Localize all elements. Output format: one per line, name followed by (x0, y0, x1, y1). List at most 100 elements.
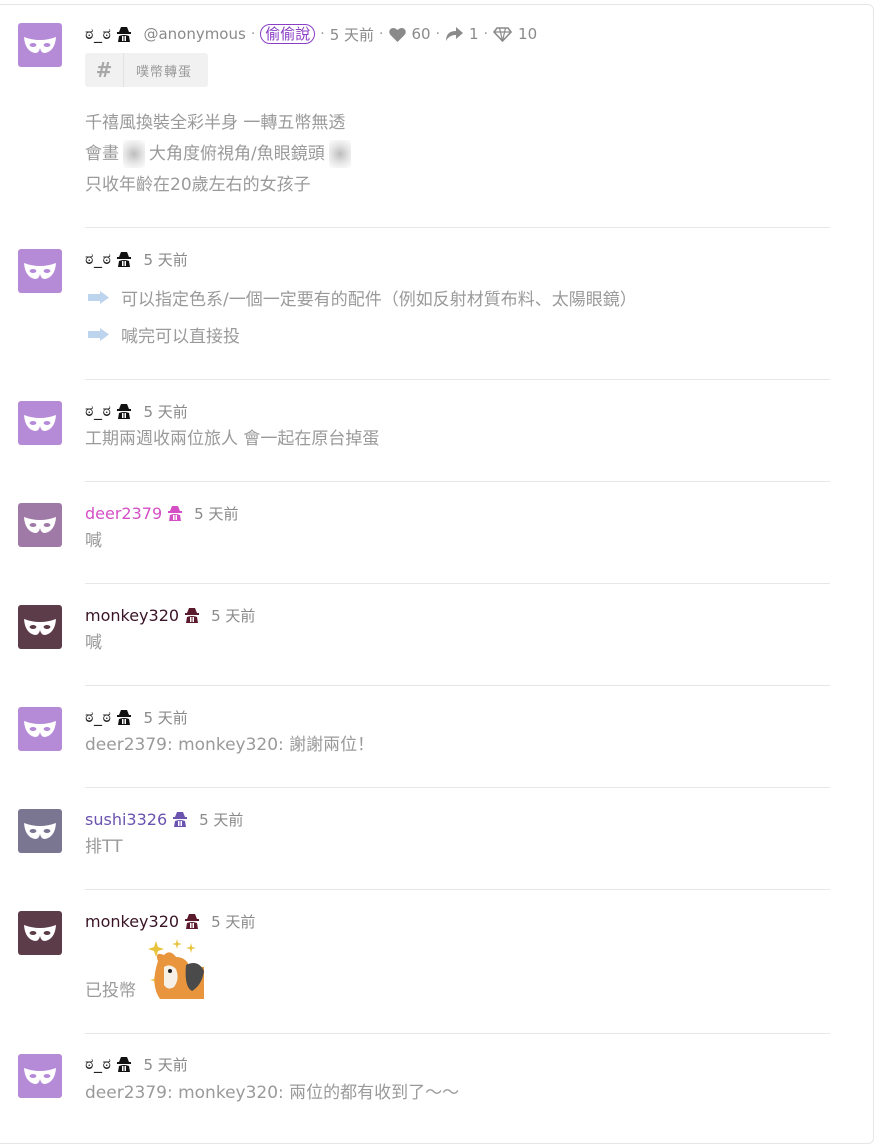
avatar[interactable] (18, 249, 62, 293)
username[interactable]: ಠ_ಠ (85, 24, 111, 44)
mask-icon (24, 37, 56, 53)
emoticon-image (328, 140, 351, 168)
username[interactable]: ಠ_ಠ (85, 707, 111, 727)
hash-icon: # (85, 53, 124, 87)
bullet-text: 可以指定色系/一個一定要有的配件（例如反射材質布料、太陽眼鏡） (121, 290, 637, 310)
username[interactable]: ಠ_ಠ (85, 1054, 111, 1074)
reply-time: 5 天前 (199, 810, 244, 829)
reply-header: deer2379 5 天前 (85, 501, 238, 525)
avatar[interactable] (18, 401, 62, 445)
reply-text: 工期兩週收兩位旅人 會一起在原台掉蛋 (85, 429, 380, 449)
reply-text: deer2379: monkey320: 謝謝兩位！ (85, 735, 375, 755)
avatar[interactable] (18, 503, 62, 547)
handle[interactable]: @anonymous (143, 25, 245, 43)
mask-icon (24, 517, 56, 533)
bullet-line: 可以指定色系/一個一定要有的配件（例如反射材質布料、太陽眼鏡） (88, 285, 637, 310)
mask-icon (24, 619, 56, 635)
divider (85, 379, 830, 380)
op-line-3: 只收年齡在20歲左右的女孩子 (85, 175, 311, 195)
arrow-right-icon (88, 291, 109, 304)
hashtag-label: 噗幣轉蛋 (136, 64, 193, 80)
op-body: 千禧風換裝全彩半身 一轉五幣無透 會畫 大角度俯視角/魚眼鏡頭 只收年齡在20歲左… (85, 108, 355, 201)
divider (85, 889, 830, 890)
diamond-count[interactable]: 10 (493, 25, 537, 43)
arrow-right-icon (88, 328, 109, 341)
divider (85, 1033, 830, 1034)
username[interactable]: deer2379 (85, 504, 162, 523)
bullet-text: 喊完可以直接投 (121, 327, 240, 347)
reply-time: 5 天前 (194, 504, 239, 523)
op-line-2-text: 大角度俯視角/魚眼鏡頭 (149, 144, 325, 164)
spy-icon (173, 812, 188, 827)
mask-icon (24, 415, 56, 431)
divider (85, 787, 830, 788)
op-header: ಠ_ಠ @anonymous · 偷偷說 · 5 天前 · 60 · 1 · 1… (85, 22, 537, 46)
avatar[interactable] (18, 1054, 62, 1098)
category-pill[interactable]: 偷偷說 (260, 24, 316, 44)
mask-icon (24, 721, 56, 737)
op-line-1: 千禧風換裝全彩半身 一轉五幣無透 (85, 113, 346, 133)
op-line-2: 會畫 大角度俯視角/魚眼鏡頭 (85, 139, 355, 170)
spy-icon (117, 252, 132, 267)
mask-icon (24, 823, 56, 839)
reply-header: ಠ_ಠ 5 天前 (85, 247, 188, 271)
reply-time: 5 天前 (211, 912, 256, 931)
meta-separator: · (483, 26, 489, 42)
spy-icon (185, 608, 200, 623)
hashtag-chip[interactable]: # 噗幣轉蛋 (85, 53, 208, 87)
reply-header: monkey320 5 天前 (85, 909, 255, 933)
reply-header: ಠ_ಠ 5 天前 (85, 1052, 188, 1076)
sticker-image (146, 937, 208, 999)
reply-header: monkey320 5 天前 (85, 603, 255, 627)
avatar[interactable] (18, 23, 62, 67)
heart-icon (388, 27, 406, 42)
post-time: 5 天前 (329, 25, 375, 44)
reply-time: 5 天前 (143, 708, 188, 727)
username[interactable]: monkey320 (85, 606, 179, 625)
spy-icon (117, 710, 132, 725)
op-line-2-prefix: 會畫 (85, 144, 119, 164)
avatar[interactable] (18, 809, 62, 853)
spy-icon (117, 27, 132, 42)
like-count-value: 60 (411, 25, 431, 43)
reply-text: 喊 (85, 633, 102, 653)
share-count[interactable]: 1 (445, 25, 479, 43)
mask-icon (24, 263, 56, 279)
meta-separator: · (435, 26, 441, 42)
avatar[interactable] (18, 911, 62, 955)
diamond-count-value: 10 (518, 25, 538, 43)
divider (85, 227, 830, 228)
reply-text: deer2379: monkey320: 兩位的都有收到了～～ (85, 1083, 460, 1103)
meta-separator: · (250, 26, 256, 42)
meta-separator: · (379, 26, 384, 42)
share-count-value: 1 (469, 25, 479, 43)
reply-time: 5 天前 (143, 250, 188, 269)
username[interactable]: sushi3326 (85, 810, 167, 829)
username[interactable]: ಠ_ಠ (85, 249, 111, 269)
bullet-line: 喊完可以直接投 (88, 322, 240, 347)
reply-text: 已投幣 (85, 981, 136, 1001)
reply-text: 排TT (85, 837, 123, 857)
reply-text: 喊 (85, 531, 102, 551)
username[interactable]: ಠ_ಠ (85, 401, 111, 421)
reply-time: 5 天前 (143, 402, 188, 421)
divider (85, 685, 830, 686)
username[interactable]: monkey320 (85, 912, 179, 931)
reply-header: sushi3326 5 天前 (85, 807, 243, 831)
spy-icon (185, 914, 200, 929)
avatar[interactable] (18, 707, 62, 751)
diamond-icon (493, 26, 513, 42)
reply-time: 5 天前 (211, 606, 256, 625)
spy-icon (117, 404, 132, 419)
reply-header: ಠ_ಠ 5 天前 (85, 705, 188, 729)
reply-time: 5 天前 (143, 1055, 188, 1074)
divider (85, 481, 830, 482)
divider (85, 583, 830, 584)
avatar[interactable] (18, 605, 62, 649)
meta-separator: · (320, 26, 325, 42)
share-arrow-icon (446, 26, 464, 41)
emoticon-image (123, 140, 145, 168)
spy-icon (117, 1057, 132, 1072)
like-count[interactable]: 60 (388, 25, 431, 43)
mask-icon (24, 1068, 56, 1084)
